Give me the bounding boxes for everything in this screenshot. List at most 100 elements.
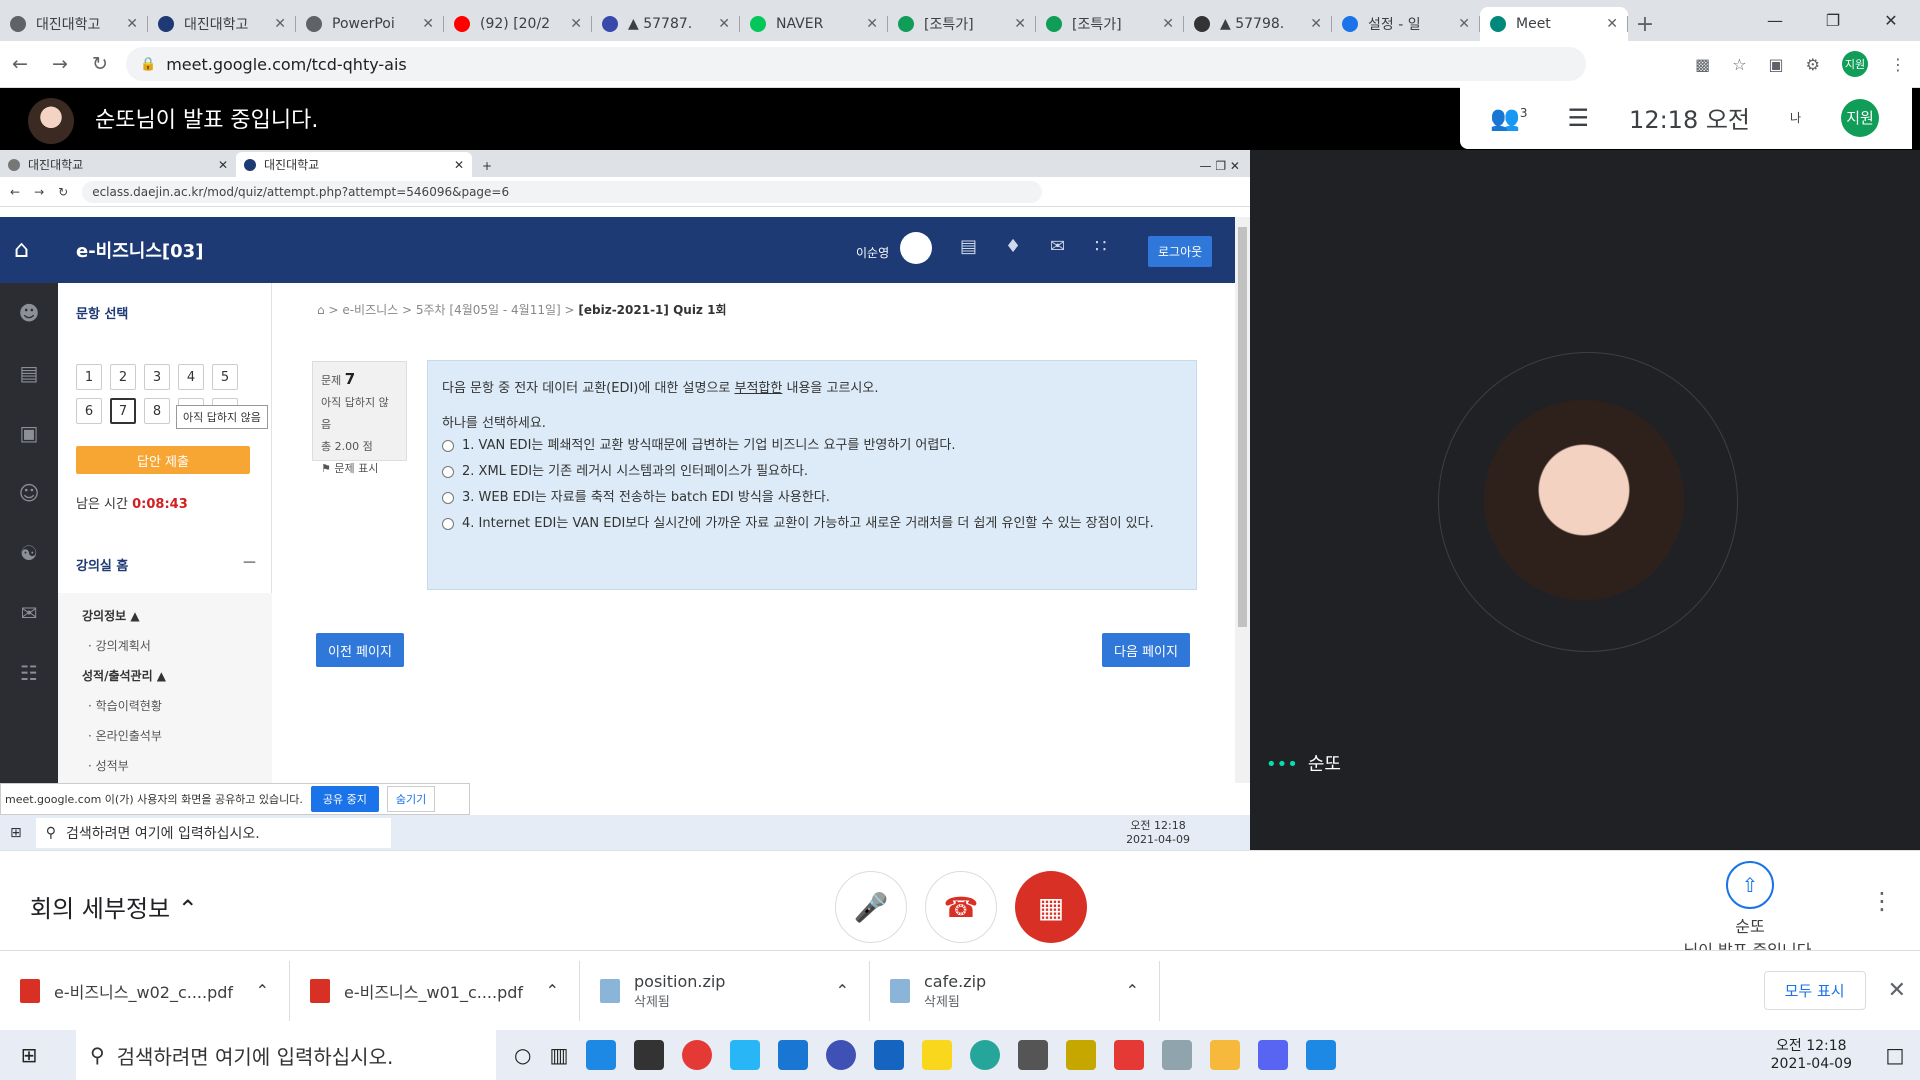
- user-avatar[interactable]: [900, 232, 932, 264]
- tab-close-icon[interactable]: ✕: [1458, 16, 1470, 32]
- chevron-up-icon[interactable]: ⌃: [256, 981, 269, 1000]
- presenting-indicator[interactable]: ⇧ 순또 님이 발표 중입니다.: [1680, 861, 1820, 961]
- inner-scrollbar[interactable]: [1235, 217, 1250, 783]
- answer-option[interactable]: 2. XML EDI는 기존 레거시 시스템과의 인터페이스가 필요하다.: [442, 463, 1182, 481]
- mail-icon[interactable]: ✉: [1050, 236, 1065, 257]
- radio-button[interactable]: [442, 440, 454, 452]
- inner-address-bar[interactable]: eclass.daejin.ac.kr/mod/quiz/attempt.php…: [82, 180, 1043, 203]
- tab-close-icon[interactable]: ✕: [1162, 16, 1174, 32]
- answer-option[interactable]: 1. VAN EDI는 폐쇄적인 교환 방식때문에 급변하는 기업 비즈니스 요…: [442, 437, 1182, 455]
- question-nav-button[interactable]: 7: [110, 398, 136, 424]
- rail-book-icon[interactable]: ☷: [0, 643, 58, 703]
- camera-icon[interactable]: ▩: [1695, 55, 1710, 74]
- chevron-up-icon[interactable]: ⌃: [1126, 981, 1139, 1000]
- browser-tab[interactable]: [조특가] ✕: [1036, 7, 1184, 41]
- browser-tab[interactable]: ▲ 57787. ✕: [592, 7, 740, 41]
- question-nav-button[interactable]: 3: [144, 364, 170, 390]
- answer-option[interactable]: 3. WEB EDI는 자료를 축적 전송하는 batch EDI 방식을 사용…: [442, 489, 1182, 507]
- breadcrumb-home-icon[interactable]: ⌂: [317, 303, 325, 317]
- tab-close-icon[interactable]: ✕: [570, 16, 582, 32]
- app-icon[interactable]: [970, 1040, 1001, 1070]
- microphone-icon[interactable]: 🎤: [835, 871, 907, 943]
- address-bar[interactable]: 🔒 meet.google.com/tcd-qhty-ais: [126, 47, 1586, 81]
- inner-search-box[interactable]: ⚲ 검색하려면 여기에 입력하십시오.: [35, 817, 391, 848]
- download-item[interactable]: e-비즈니스_w01_c....pdf ⌃: [290, 960, 580, 1021]
- side-menu-item[interactable]: · 온라인출석부: [82, 721, 272, 751]
- vscode-icon[interactable]: [778, 1040, 809, 1070]
- extension-icon[interactable]: ▣: [1769, 55, 1784, 74]
- app-icon[interactable]: [1162, 1040, 1193, 1070]
- browser-tab[interactable]: 대진대학고 ✕: [0, 7, 148, 41]
- app-icon[interactable]: [874, 1040, 905, 1070]
- notification-icon[interactable]: □: [1870, 1043, 1920, 1067]
- close-icon[interactable]: ✕: [1862, 0, 1920, 41]
- hang-up-icon[interactable]: ☎: [925, 871, 997, 943]
- question-nav-button[interactable]: 8: [144, 398, 170, 424]
- tab-close-icon[interactable]: ✕: [1606, 16, 1618, 32]
- logout-button[interactable]: 로그아웃: [1148, 236, 1213, 267]
- breadcrumb-item[interactable]: e-비즈니스: [342, 303, 398, 317]
- rail-person-icon[interactable]: ☺: [0, 463, 58, 523]
- windows-start-icon[interactable]: ⊞: [0, 1043, 58, 1067]
- browser-tab[interactable]: (92) [20/2 ✕: [444, 7, 592, 41]
- store-icon[interactable]: [634, 1040, 665, 1070]
- more-options-icon[interactable]: ⋮: [1870, 887, 1894, 915]
- inner-back-icon[interactable]: ←: [10, 185, 20, 199]
- submit-button[interactable]: 답안 제출: [76, 446, 250, 474]
- radio-button[interactable]: [442, 492, 454, 504]
- question-nav-button[interactable]: 1: [76, 364, 102, 390]
- inner-new-tab-button[interactable]: +: [472, 159, 502, 177]
- participants-icon[interactable]: 👥3: [1490, 104, 1528, 132]
- settings-icon[interactable]: [1018, 1040, 1049, 1070]
- minimize-icon[interactable]: —: [1746, 0, 1804, 41]
- rail-screen-icon[interactable]: ▣: [0, 403, 58, 463]
- ie-icon[interactable]: [730, 1040, 761, 1070]
- kakaotalk-icon[interactable]: [922, 1040, 953, 1070]
- classroom-home-header[interactable]: 강의실 홈 —: [76, 555, 256, 574]
- edge-icon[interactable]: [586, 1040, 617, 1070]
- inner-reload-icon[interactable]: ↻: [58, 185, 68, 199]
- side-menu-item[interactable]: · 학습이력현황: [82, 691, 272, 721]
- tab-close-icon[interactable]: ✕: [718, 16, 730, 32]
- menu-icon[interactable]: ⋮: [1890, 55, 1906, 74]
- answer-option[interactable]: 4. Internet EDI는 VAN EDI보다 실시간에 가까운 자료 교…: [442, 515, 1182, 533]
- tab-close-icon[interactable]: ✕: [274, 16, 286, 32]
- tab-close-icon[interactable]: ✕: [422, 16, 434, 32]
- breadcrumb-item[interactable]: 5주차 [4월05일 - 4월11일]: [416, 303, 561, 317]
- home-icon[interactable]: ⌂: [14, 235, 29, 263]
- taskbar-search[interactable]: ⚲ 검색하려면 여기에 입력하십시오.: [76, 1030, 496, 1080]
- browser-tab[interactable]: NAVER ✕: [740, 7, 888, 41]
- browser-tab[interactable]: ▲ 57798. ✕: [1184, 7, 1332, 41]
- reload-icon[interactable]: ↻: [80, 53, 120, 75]
- browser-tab[interactable]: 대진대학고 ✕: [148, 7, 296, 41]
- browser-tab[interactable]: 설정 - 일 ✕: [1332, 7, 1480, 41]
- rail-mail-icon[interactable]: ✉: [0, 583, 58, 643]
- task-view-icon[interactable]: ▥: [549, 1043, 568, 1067]
- meeting-details[interactable]: 회의 세부정보 ⌃: [30, 889, 198, 924]
- show-all-button[interactable]: 모두 표시: [1763, 971, 1866, 1010]
- question-nav-button[interactable]: 5: [212, 364, 238, 390]
- office-icon[interactable]: [1114, 1040, 1145, 1070]
- bell-icon[interactable]: ♦: [1005, 236, 1021, 257]
- puzzle-icon[interactable]: ⚙: [1806, 55, 1820, 74]
- side-menu-item[interactable]: · 성적부: [82, 751, 272, 781]
- tab-close-icon[interactable]: ✕: [1310, 16, 1322, 32]
- chat-icon[interactable]: ☰: [1568, 104, 1590, 132]
- back-icon[interactable]: ←: [0, 53, 40, 75]
- download-item[interactable]: cafe.zip 삭제됨 ⌃: [870, 960, 1160, 1021]
- discord-icon[interactable]: [1258, 1040, 1289, 1070]
- inner-tab[interactable]: 대진대학교 ✕: [0, 152, 236, 177]
- close-shelf-icon[interactable]: ✕: [1888, 978, 1906, 1003]
- chevron-up-icon[interactable]: ⌃: [836, 981, 849, 1000]
- rail-board-icon[interactable]: ▤: [0, 343, 58, 403]
- browser-tab[interactable]: PowerPoi ✕: [296, 7, 444, 41]
- app-icon[interactable]: [1066, 1040, 1097, 1070]
- camera-off-icon[interactable]: ▦: [1015, 871, 1087, 943]
- radio-button[interactable]: [442, 518, 454, 530]
- star-icon[interactable]: ☆: [1732, 55, 1746, 74]
- question-nav-button[interactable]: 6: [76, 398, 102, 424]
- hide-button[interactable]: 숨기기: [386, 786, 436, 812]
- tab-close-icon[interactable]: ✕: [126, 16, 138, 32]
- eclipse-icon[interactable]: [826, 1040, 857, 1070]
- chrome-icon[interactable]: [682, 1040, 713, 1070]
